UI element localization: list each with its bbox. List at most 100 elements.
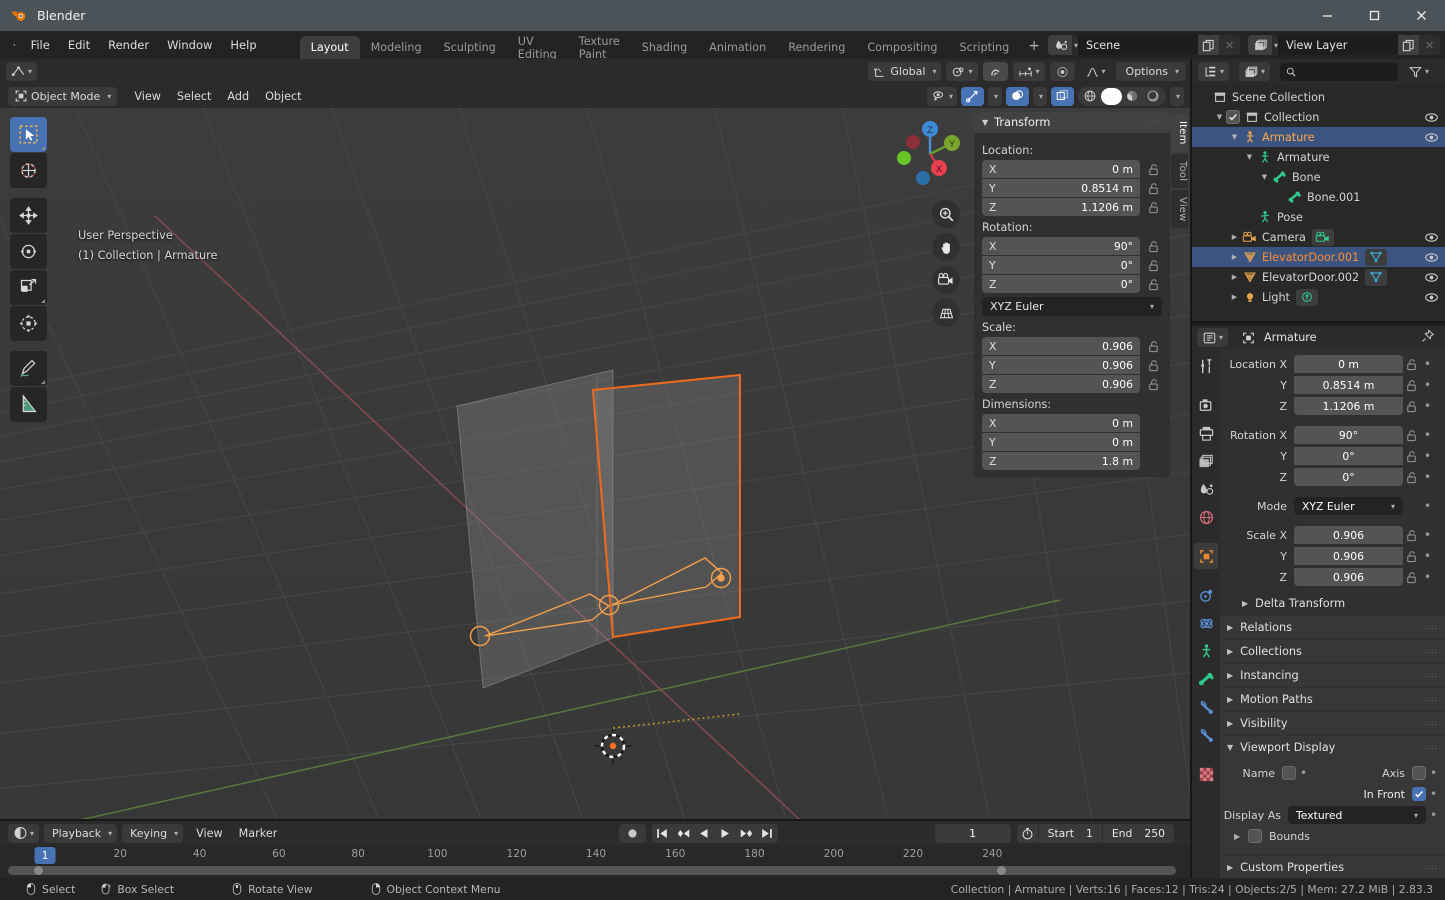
lock-scale-y-button[interactable] (1144, 359, 1162, 372)
lock-location-z-button[interactable] (1144, 201, 1162, 214)
timeline-view-menu[interactable]: View (188, 825, 231, 842)
timeline-scrollbar[interactable] (8, 866, 1176, 875)
outliner-row-bone-001[interactable]: Bone.001 (1192, 187, 1445, 207)
shading-material-button[interactable] (1122, 88, 1143, 105)
menu-file[interactable]: File (22, 35, 59, 55)
transform-orientation-selector[interactable]: Global ▾ (868, 62, 942, 81)
panel-motion-paths[interactable]: ▶ Motion Paths:::: (1220, 687, 1445, 711)
rotation-mode-dropdown[interactable]: XYZ Euler ▾ (982, 297, 1162, 316)
workspace-tab-sculpting[interactable]: Sculpting (433, 36, 507, 60)
play-button[interactable] (715, 824, 736, 843)
workspace-tab-animation[interactable]: Animation (698, 36, 777, 60)
gizmo-dropdown[interactable]: ▾ (987, 86, 1002, 106)
location-field-0[interactable]: 0 m (1294, 355, 1403, 373)
outliner-search-box[interactable] (1280, 62, 1398, 81)
workspace-tab-rendering[interactable]: Rendering (777, 36, 856, 60)
outliner-row-pose[interactable]: Pose (1192, 207, 1445, 227)
timeline-editor-type[interactable]: ▾ (8, 823, 40, 843)
scene-name[interactable]: Scene (1077, 35, 1198, 55)
rotation-mode-dropdown[interactable]: XYZ Euler ▾ (1294, 497, 1403, 515)
scale-field-1[interactable]: 0.906 (1294, 547, 1403, 565)
scale-y-field[interactable]: Y 0.906 (982, 356, 1140, 374)
minimize-button[interactable] (1304, 0, 1351, 31)
lock-rotation-x-button[interactable] (1144, 240, 1162, 253)
timeline-marker-menu[interactable]: Marker (231, 825, 286, 842)
close-button[interactable] (1398, 0, 1445, 31)
mode-selector[interactable]: Object Mode ▾ (8, 86, 118, 106)
outliner[interactable]: Scene Collection ▼ Collection ▼ Armature ▼ Arm… (1192, 84, 1445, 321)
object-visibility-dropdown[interactable]: ▾ (926, 86, 957, 106)
pin-id-button[interactable] (1421, 329, 1435, 346)
prev-keyframe-button[interactable] (673, 824, 694, 843)
mesh-data-icon[interactable] (1365, 248, 1388, 266)
menu-help[interactable]: Help (221, 35, 265, 55)
rotation-y-field[interactable]: Y 0° (982, 256, 1140, 274)
mesh-data-icon[interactable] (1365, 268, 1388, 286)
auto-keying-toggle[interactable] (618, 823, 646, 843)
animate-property-dot[interactable]: • (1420, 499, 1435, 513)
properties-view-layer-tab[interactable] (1194, 448, 1218, 474)
pivot-point-selector[interactable]: ▾ (946, 62, 978, 81)
properties-scene-tab[interactable] (1194, 476, 1218, 502)
remove-view-layer-button[interactable]: ✕ (1419, 35, 1440, 55)
lock-scale-0-button[interactable] (1403, 529, 1420, 542)
tool-measure[interactable] (10, 387, 47, 422)
blender-menu-icon[interactable] (13, 36, 16, 54)
collection-checkbox[interactable] (1226, 110, 1240, 124)
view-layer-selector[interactable]: ▾ View Layer ✕ (1247, 35, 1440, 55)
lock-location-2-button[interactable] (1403, 400, 1420, 413)
workspace-tab-scripting[interactable]: Scripting (948, 36, 1020, 60)
properties-object-constraints-tab[interactable] (1194, 638, 1218, 664)
lock-scale-2-button[interactable] (1403, 571, 1420, 584)
light-data-icon[interactable] (1295, 288, 1318, 306)
tool-annotate[interactable] (10, 351, 47, 386)
outliner-row-armature[interactable]: ▼ Armature (1192, 127, 1445, 147)
shading-solid-button[interactable] (1100, 87, 1122, 105)
menu-add[interactable]: Add (219, 88, 257, 105)
outliner-row-camera[interactable]: ▶ Camera (1192, 227, 1445, 247)
tool-cursor[interactable] (10, 153, 47, 188)
panel-viewport-display[interactable]: ▼ Viewport Display :::: (1220, 735, 1445, 759)
scene-selector[interactable]: ▾ Scene ✕ (1047, 35, 1240, 55)
axis-checkbox[interactable] (1412, 766, 1426, 780)
toggle-perspective-button[interactable] (932, 299, 960, 327)
viewport-3d[interactable]: User Perspective (1) Collection | Armatu… (0, 108, 1192, 821)
timeline-playhead[interactable]: 1 (34, 847, 56, 864)
hide-in-viewport-toggle[interactable] (1424, 291, 1439, 304)
chevron-down-icon[interactable]: ▼ (1213, 113, 1226, 121)
divider[interactable] (0, 819, 1190, 821)
panel-custom-properties[interactable]: ▶ Custom Properties :::: (1220, 855, 1445, 878)
properties-editor-type[interactable]: ▾ (1197, 328, 1229, 347)
shading-rendered-button[interactable] (1143, 88, 1164, 105)
name-checkbox[interactable] (1282, 766, 1296, 780)
snap-target-selector[interactable]: ▾ (1012, 62, 1045, 81)
animate-property-dot[interactable]: • (1420, 570, 1435, 584)
menu-view[interactable]: View (126, 88, 169, 105)
lock-location-0-button[interactable] (1403, 358, 1420, 371)
panel-visibility[interactable]: ▶ Visibility:::: (1220, 711, 1445, 735)
outliner-row-scene-collection[interactable]: Scene Collection (1192, 87, 1445, 107)
scale-z-field[interactable]: Z 0.906 (982, 375, 1140, 393)
chevron-down-icon[interactable]: ▼ (1228, 133, 1241, 141)
properties-tool-tab[interactable] (1194, 353, 1218, 379)
chevron-down-icon[interactable]: ▼ (1258, 173, 1271, 181)
animate-property-dot[interactable]: • (1420, 449, 1435, 463)
timeline-track[interactable]: 20 40 60 80 100 120 140 160 180 200 220 240 1 (0, 845, 1192, 878)
panel-delta-transform[interactable]: ▶ Delta Transform (1220, 591, 1445, 615)
rotation-x-field[interactable]: X 90° (982, 237, 1140, 255)
properties-render-tab[interactable] (1194, 392, 1218, 418)
bounds-checkbox[interactable] (1248, 829, 1262, 843)
maximize-button[interactable] (1351, 0, 1398, 31)
properties-output-tab[interactable] (1194, 420, 1218, 446)
animate-property-dot[interactable]: • (1420, 528, 1435, 542)
lock-location-x-button[interactable] (1144, 163, 1162, 176)
panel-relations[interactable]: ▶ Relations:::: (1220, 615, 1445, 639)
menu-render[interactable]: Render (99, 35, 158, 55)
chevron-right-icon[interactable]: ▶ (1228, 293, 1241, 301)
chevron-right-icon[interactable]: ▶ (1228, 253, 1241, 261)
tool-rotate[interactable] (10, 234, 47, 269)
outliner-row-elevatordoor-002[interactable]: ▶ ElevatorDoor.002 (1192, 267, 1445, 287)
xray-toggle[interactable] (1050, 86, 1074, 106)
rotation-z-field[interactable]: Z 0° (982, 275, 1140, 293)
navigation-gizmo[interactable]: Z Y X (894, 114, 966, 186)
